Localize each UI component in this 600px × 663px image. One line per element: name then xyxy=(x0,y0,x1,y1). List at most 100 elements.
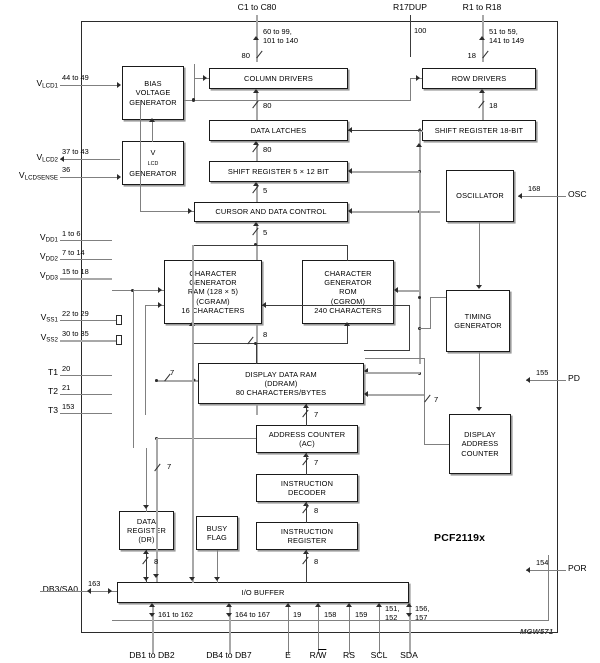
bus-width-dac: 7 xyxy=(434,395,439,404)
oscillator-label: OSCILLATOR xyxy=(456,191,504,201)
address-counter-line-1: ADDRESS COUNTER xyxy=(268,429,346,439)
lead-scl xyxy=(379,603,381,654)
bus-width-column-top: 80 xyxy=(241,51,250,60)
lead-osc xyxy=(518,196,566,198)
arrow-vlcd1 xyxy=(117,82,121,88)
arrow-osc-to-timing xyxy=(476,285,482,289)
arrow-rw xyxy=(315,603,321,607)
bus-width-row-top: 18 xyxy=(467,51,476,60)
pin-number-r17dup: 100 xyxy=(414,26,427,35)
wire-decoder-to-ac xyxy=(306,453,308,475)
block-cursor-and-data-control[interactable]: CURSOR AND DATA CONTROL xyxy=(194,202,348,222)
cgrom-line-1: CHARACTER xyxy=(324,268,372,278)
pin-label-por: POR xyxy=(568,563,587,573)
bus-width-ac-left: 7 xyxy=(167,462,172,471)
wire-left-rail-b xyxy=(133,290,135,448)
block-instruction-register[interactable]: INSTRUCTION REGISTER xyxy=(256,522,358,550)
block-busy-flag[interactable]: BUSY FLAG xyxy=(196,516,238,550)
pin-number-db4-db7: 164 to 167 xyxy=(235,610,270,619)
arrow-sr18-to-latches xyxy=(348,127,352,133)
wire-bias-right-bus xyxy=(184,100,410,102)
block-io-buffer[interactable]: I/O BUFFER xyxy=(117,582,409,603)
wire-left-rail-to-cursor xyxy=(140,100,142,212)
lead-vlcd1 xyxy=(60,85,120,87)
wire-ac-left xyxy=(155,438,256,440)
lead-sda xyxy=(409,603,411,654)
block-column-drivers[interactable]: COLUMN DRIVERS xyxy=(209,68,348,89)
lead-por-vertical xyxy=(548,555,550,621)
pin-label-scl: SCL xyxy=(370,650,388,660)
block-vlcd-generator[interactable]: V LCD GENERATOR xyxy=(122,141,184,185)
bus-width-ac-to-decoder: 7 xyxy=(314,458,319,467)
arrow-ddram-to-cgrom xyxy=(344,322,350,326)
block-shift-register-18bit[interactable]: SHIFT REGISTER 18-BIT xyxy=(422,120,536,141)
bias-line-1: BIAS xyxy=(144,79,162,89)
arrow-db3-sa0-left xyxy=(87,588,91,594)
part-number-label: PCF2119x xyxy=(434,532,486,544)
arrow-sda-up xyxy=(406,603,412,607)
wire-timing-left-b xyxy=(419,328,431,330)
arrow-dr-to-io xyxy=(143,577,149,581)
lead-db4-db7 xyxy=(229,603,231,654)
wire-cgram-right-bot xyxy=(364,350,410,352)
lead-db1-db2 xyxy=(152,603,154,654)
instruction-register-line-1: INSTRUCTION xyxy=(280,526,334,536)
block-oscillator[interactable]: OSCILLATOR xyxy=(446,170,514,222)
pad-vss1 xyxy=(116,315,122,325)
lead-vlcdsense xyxy=(60,177,120,179)
lead-rw xyxy=(318,603,320,654)
bus-width-row-to-sr18: 18 xyxy=(489,101,498,110)
block-cgrom[interactable]: CHARACTER GENERATOR ROM (CGROM) 240 CHAR… xyxy=(302,260,394,324)
bus-width-ir-to-io: 8 xyxy=(314,557,319,566)
pin-label-t3: T3 xyxy=(47,405,58,415)
pin-label-db3-sa0: DB3/SA0 xyxy=(42,584,78,594)
instruction-decoder-line-2: DECODER xyxy=(287,488,326,497)
pin-number-vss1: 22 to 29 xyxy=(62,309,89,318)
bus-width-cursor-to-cg: 5 xyxy=(263,228,268,237)
block-data-latches[interactable]: DATA LATCHES xyxy=(209,120,348,141)
block-diagram-canvas: C1 to C80 R17DUP R1 to R18 60 to 99, 101… xyxy=(0,0,600,663)
wire-cursor-right xyxy=(348,211,440,213)
pin-label-db1-db2: DB1 to DB2 xyxy=(129,650,175,660)
block-bias-voltage-generator[interactable]: BIAS VOLTAGE GENERATOR xyxy=(122,66,184,120)
wire-osc-to-timing xyxy=(479,222,481,286)
pin-number-vdd2: 7 to 14 xyxy=(62,248,85,257)
block-address-counter[interactable]: ADDRESS COUNTER (AC) xyxy=(256,425,358,453)
arrow-c1-to-c80 xyxy=(253,36,259,40)
lead-db3-sa0 xyxy=(40,591,118,593)
block-row-drivers[interactable]: ROW DRIVERS xyxy=(422,68,536,89)
pin-number-scl-b: 152 xyxy=(385,613,398,622)
lead-vss1 xyxy=(60,320,116,322)
arrow-db4-db7-dn xyxy=(226,613,232,617)
figure-code-label: MGW571 xyxy=(520,627,554,636)
block-instruction-decoder[interactable]: INSTRUCTION DECODER xyxy=(256,474,358,502)
cgram-line-3: RAM (128 × 5) xyxy=(187,287,239,297)
block-timing-generator[interactable]: TIMING GENERATOR xyxy=(446,290,510,352)
lead-t1 xyxy=(60,375,112,377)
pin-number-pd: 155 xyxy=(536,368,549,377)
wire-vlcd-to-bias xyxy=(152,122,154,142)
wire-into-dr xyxy=(146,448,148,512)
wire-cg-split-h xyxy=(192,245,348,247)
arrow-vlcd2 xyxy=(60,156,64,162)
bus-width-sr-to-cursor: 5 xyxy=(263,186,268,195)
pin-label-r1-to-r18: R1 to R18 xyxy=(462,2,502,12)
block-shift-register-5x12[interactable]: SHIFT REGISTER 5 × 12 BIT xyxy=(209,161,348,182)
lead-r17dup xyxy=(410,15,412,57)
lead-vdd2 xyxy=(60,259,112,261)
arrow-latches-to-column xyxy=(253,89,259,93)
block-ddram[interactable]: DISPLAY DATA RAM (DDRAM) 80 CHARACTERS/B… xyxy=(198,363,364,404)
instruction-register-line-2: REGISTER xyxy=(287,536,327,545)
block-display-address-counter[interactable]: DISPLAY ADDRESS COUNTER xyxy=(449,414,511,474)
data-latches-label: DATA LATCHES xyxy=(250,125,307,135)
pin-number-vlcd2: 37 to 43 xyxy=(62,147,89,156)
lead-vss2 xyxy=(60,340,116,342)
row-drivers-label: ROW DRIVERS xyxy=(451,73,507,83)
wire-timing-to-dac xyxy=(479,352,481,410)
arrow-rs xyxy=(346,603,352,607)
wire-dac-left-h xyxy=(424,444,449,446)
pad-vss2 xyxy=(116,335,122,345)
arrow-sr18-to-row xyxy=(479,89,485,93)
block-data-register[interactable]: DATA REGISTER (DR) xyxy=(119,511,174,550)
block-cgram[interactable]: CHARACTER GENERATOR RAM (128 × 5) (CGRAM… xyxy=(164,260,262,324)
